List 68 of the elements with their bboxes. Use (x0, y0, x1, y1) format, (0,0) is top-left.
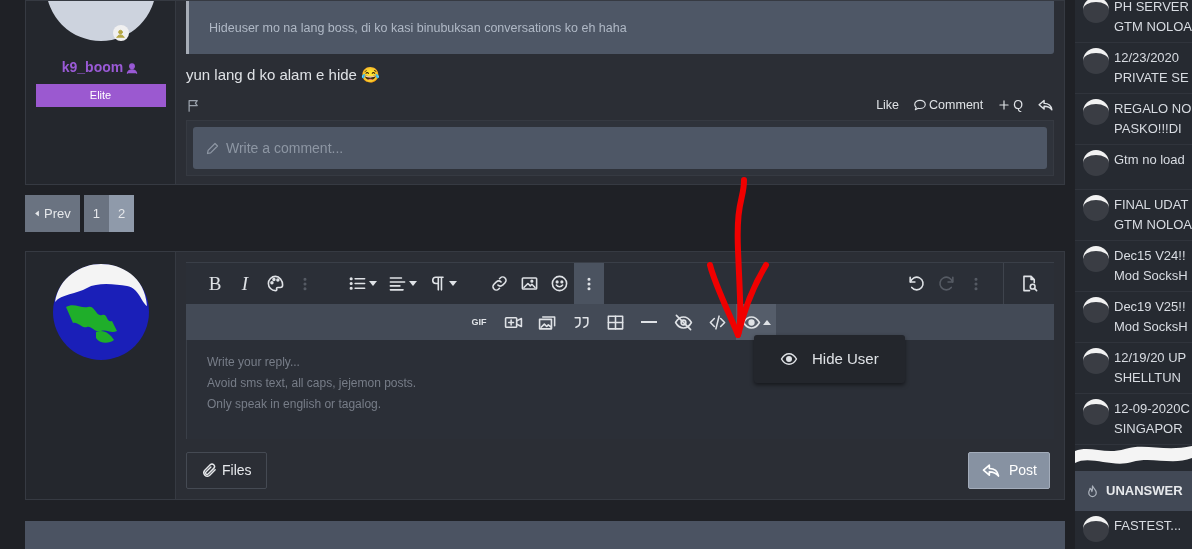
thread-title: PASKO!!!DI (1114, 120, 1183, 138)
placeholder-line: Write your reply... (207, 354, 300, 372)
thread-title: 12/19/20 UP (1114, 349, 1187, 367)
files-button[interactable]: Files (186, 452, 267, 490)
thread-item[interactable]: PH SERVER GTM NOLOA (1075, 0, 1192, 43)
page-button[interactable]: 1 (83, 195, 109, 233)
caret-icon (368, 281, 377, 287)
gif-button[interactable]: GIF (464, 304, 494, 341)
caret-icon (762, 319, 771, 325)
avatar-image (1083, 195, 1109, 221)
multiquote-link[interactable]: Q (997, 95, 1023, 115)
emoji: 😂 (360, 64, 380, 85)
thread-item[interactable]: 12/23/2020 PRIVATE SE (1075, 43, 1192, 94)
thread-item[interactable]: 12/19/20 UP SHELLTUN (1075, 343, 1192, 394)
thread-title: PH SERVER (1114, 0, 1190, 16)
avatar-image (1083, 399, 1109, 425)
thread-item[interactable]: Dec15 V24!! Mod SocksH (1075, 241, 1192, 292)
thread-title: SINGAPOR (1114, 420, 1184, 438)
thread-title: REGALO NO (1114, 100, 1192, 118)
speech-bubble-icon (913, 98, 928, 113)
caret-icon (448, 281, 457, 287)
caret-icon (34, 210, 40, 217)
placeholder-line: Only speak in english or tagalog. (207, 396, 382, 414)
menu-item[interactable]: Hide User (754, 348, 879, 371)
user-title-banner: Elite (35, 84, 166, 107)
pencil-icon (205, 140, 220, 156)
avatar-image (1083, 150, 1109, 176)
thread-item[interactable]: Gtm no load (1075, 145, 1192, 190)
thread-title: PRIVATE SE (1114, 69, 1189, 87)
thread-item[interactable]: 12-09-2020C SINGAPOR (1075, 394, 1192, 445)
paperclip-icon (201, 462, 218, 480)
avatar-image (1083, 99, 1109, 125)
flame-icon (1085, 483, 1100, 499)
placeholder-line: Avoid sms text, all caps, jejemon posts. (207, 375, 417, 393)
avatar-image (1083, 516, 1109, 542)
quoted-text: Hideuser mo na lang boss, di ko kasi binubuksan conversations ko eh haha (186, 1, 1054, 54)
thread-title: 12-09-2020C (1114, 400, 1190, 418)
comment-link[interactable]: Comment (913, 95, 984, 115)
user-icon (125, 60, 140, 75)
thread-item[interactable]: REGALO NO PASKO!!!DI (1075, 94, 1192, 145)
section-title: UNANSWER (1106, 482, 1183, 501)
like-link[interactable]: Like (876, 95, 900, 115)
avatar-image (1083, 246, 1109, 272)
thread-title: Dec19 V25!! (1114, 298, 1187, 316)
message-text: yun lang d ko alam e hide (186, 64, 357, 85)
avatar-image (1083, 0, 1109, 23)
thread-title: FINAL UDAT (1114, 196, 1190, 214)
thread-item[interactable]: FINAL UDAT GTM NOLOA (1075, 190, 1192, 241)
plus-icon (997, 98, 1012, 113)
thread-title: Dec15 V24!! (1114, 247, 1187, 265)
thread-title: SHELLTUN (1114, 369, 1182, 387)
thread-title: Gtm no load (1114, 151, 1185, 169)
bold-button[interactable]: B (200, 262, 230, 305)
thread-item[interactable]: Dec19 V25!! Mod SocksH (1075, 292, 1192, 343)
avatar-image (1083, 297, 1109, 323)
avatar-image (1083, 48, 1109, 74)
thread-item[interactable]: FASTEST... (1075, 511, 1192, 549)
avatar-image (1083, 348, 1109, 374)
flag-icon[interactable] (186, 97, 201, 113)
thread-title: GTM NOLOA (1114, 216, 1192, 234)
thread-title: GTM NOLOA (1114, 18, 1192, 36)
thread-title: FASTEST... (1114, 517, 1182, 535)
thread-title: Mod SocksH (1114, 318, 1188, 336)
italic-button[interactable]: I (230, 262, 260, 305)
prev-button[interactable]: Prev (25, 195, 80, 233)
caret-icon (408, 281, 417, 287)
thread-title: 12/23/2020 (1114, 49, 1181, 67)
thread-title: Mod SocksH (1114, 267, 1188, 285)
